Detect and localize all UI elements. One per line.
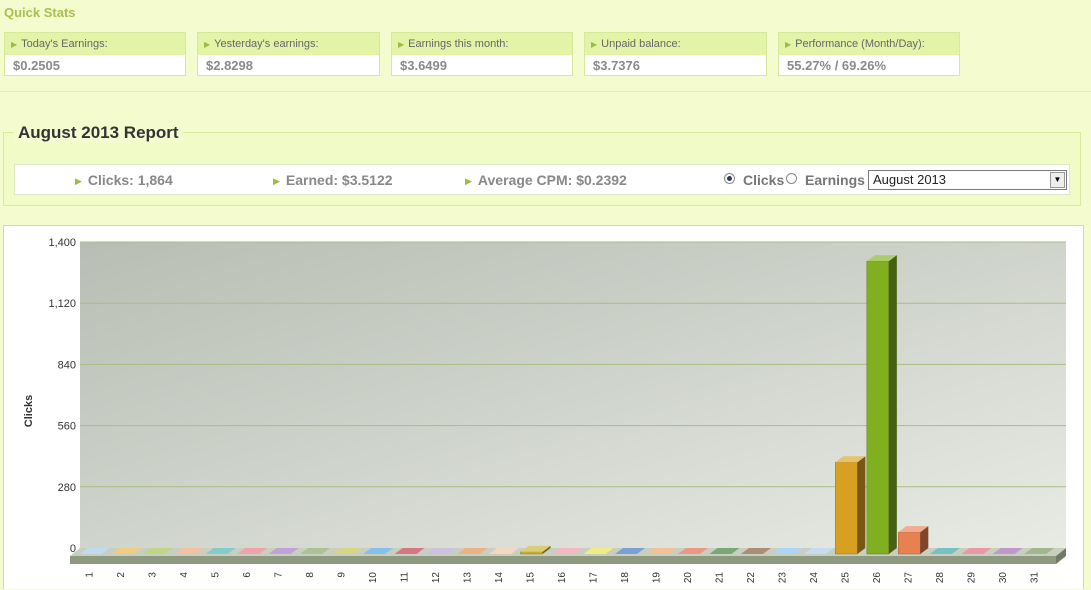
stat-label: Today's Earnings: [21,38,108,50]
stat-earnings-this-month: ▶ Earnings this month: $3.6499 [391,32,573,76]
x-tick-label: 19 [651,572,662,584]
x-tick-label: 27 [903,572,914,584]
x-tick-label: 3 [148,572,159,578]
earned-metric: ▶ Earned: $3.5122 [273,172,393,188]
x-tick-label: 28 [935,572,946,584]
arrow-icon: ▶ [785,40,792,49]
plot-area [80,242,1066,548]
stat-label: Yesterday's earnings: [214,38,319,50]
x-tick-label: 26 [872,572,883,584]
arrow-icon: ▶ [75,176,82,186]
x-tick-label: 1 [85,572,96,578]
stat-value: 55.27% / 69.26% [787,58,887,73]
x-tick-label: 18 [620,572,631,584]
earnings-radio[interactable] [786,173,797,184]
x-tick-label: 7 [274,572,285,578]
x-tick-label: 8 [305,572,316,578]
stat-label: Unpaid balance: [601,38,681,50]
month-select[interactable]: August 2013 ▼ [868,170,1067,190]
earned-metric-text: Earned: $3.5122 [285,172,393,188]
x-tick-label: 22 [746,572,757,584]
x-tick-label: 4 [179,572,190,578]
x-tick-label: 13 [463,572,474,584]
x-tick-label: 16 [557,572,568,584]
stat-performance: ▶ Performance (Month/Day): 55.27% / 69.26… [778,32,960,76]
x-tick-label: 29 [966,572,977,584]
report-summary-bar: ▶ Clicks: 1,864 ▶ Earned: $3.5122 ▶ Average… [14,164,1070,195]
clicks-chart-container: 1,400 1,120 840 560 280 0 Clicks 1 2 3 4 5 6 7 8 9 10 11 1… [3,225,1084,589]
x-tick-label: 14 [494,572,505,584]
y-axis-label: Clicks [23,395,35,427]
y-tick-label: 560 [58,421,76,433]
clicks-bar-chart: 1,4001,1208405602800Clicks1 2 3 4 5 6 7 8 9 10 11 1… [23,237,1066,584]
x-tick-label: 11 [400,572,411,583]
x-tick-label: 12 [431,572,442,584]
x-tick-label: 21 [714,572,725,584]
arrow-icon: ▶ [398,40,405,49]
arrow-icon: ▶ [465,176,472,186]
stat-unpaid-balance: ▶ Unpaid balance: $3.7376 [584,32,767,76]
avg-cpm-metric: ▶ Average CPM: $0.2392 [465,172,627,188]
stat-value: $3.6499 [400,58,447,73]
bar-front [520,551,543,555]
y-tick-label: 280 [58,482,76,494]
stat-todays-earnings: ▶ Today's Earnings: $0.2505 [4,32,186,76]
bar-front [898,531,921,555]
clicks-metric-text: Clicks: 1,864 [87,172,173,188]
bar-front [835,461,858,555]
y-tick-label: 1,400 [48,237,76,249]
earnings-radio-label[interactable]: Earnings [805,172,865,188]
clicks-metric: ▶ Clicks: 1,864 [75,172,173,188]
y-tick-label: 0 [70,543,76,555]
avg-cpm-metric-text: Average CPM: $0.2392 [477,172,627,188]
x-tick-label: 17 [588,572,599,584]
x-tick-label: 25 [840,572,851,584]
stat-value: $0.2505 [13,58,60,73]
x-tick-label: 24 [809,572,820,584]
bar-front [866,260,890,555]
month-select-value: August 2013 [873,172,947,187]
bar-side [857,456,866,554]
stat-value: $2.8298 [206,58,253,73]
chart-floor-front [70,556,1056,564]
chevron-down-icon[interactable]: ▼ [1050,172,1065,188]
clicks-radio-label[interactable]: Clicks [743,172,784,188]
x-tick-label: 9 [337,572,348,578]
section-divider [0,91,1091,92]
stat-value: $3.7376 [593,58,640,73]
x-tick-label: 30 [998,572,1009,584]
y-tick-label: 1,120 [48,298,76,310]
quick-stats-title: Quick Stats [4,5,76,20]
x-tick-label: 6 [242,572,253,578]
stat-label: Performance (Month/Day): [795,38,925,50]
x-tick-label: 5 [211,572,222,578]
clicks-radio[interactable] [724,173,735,184]
x-tick-label: 31 [1029,572,1040,584]
x-tick-label: 2 [116,572,127,578]
x-tick-label: 23 [777,572,788,584]
stat-label: Earnings this month: [408,38,509,50]
bar-side [888,255,897,554]
stat-yesterdays-earnings: ▶ Yesterday's earnings: $2.8298 [197,32,380,76]
x-tick-label: 10 [368,572,379,584]
arrow-icon: ▶ [273,176,280,186]
report-title: August 2013 Report [14,123,183,143]
x-tick-label: 20 [683,572,694,584]
arrow-icon: ▶ [591,40,598,49]
y-tick-label: 840 [58,359,76,371]
x-tick-label: 15 [526,572,537,584]
arrow-icon: ▶ [11,40,18,49]
arrow-icon: ▶ [204,40,211,49]
